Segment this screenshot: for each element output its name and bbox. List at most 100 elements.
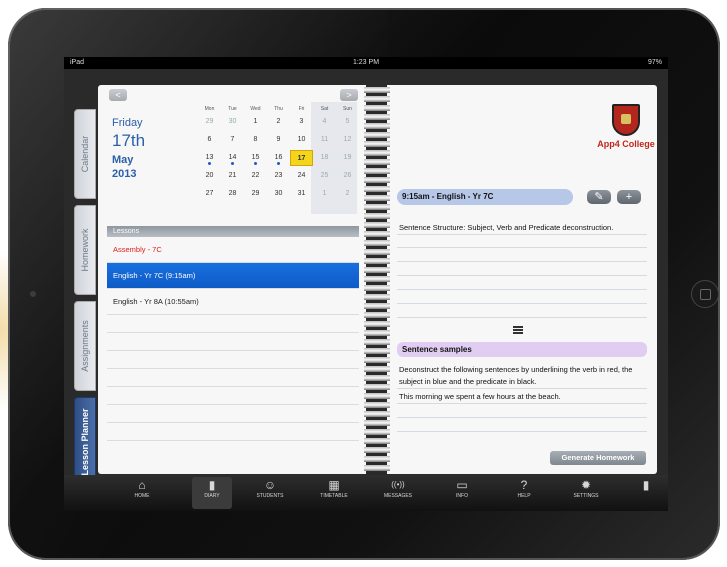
date-year: 2013 [112, 168, 137, 180]
toolbar-messages-button[interactable]: ((•)) MESSAGES [378, 477, 418, 509]
calendar-day[interactable]: 29 [244, 186, 267, 202]
selected-date: Friday 17th May 2013 [112, 117, 145, 180]
calendar-day[interactable]: 29 [198, 114, 221, 130]
students-icon: ☺ [263, 478, 277, 492]
ruled-line [397, 261, 647, 262]
tab-lesson-planner[interactable]: Lesson Planner [74, 397, 96, 487]
calendar-day[interactable]: 15 [244, 150, 267, 166]
calendar-day[interactable]: 31 [290, 186, 313, 202]
calendar-day[interactable]: 21 [221, 168, 244, 184]
empty-row [107, 333, 359, 351]
lesson-item-selected[interactable]: English - Yr 7C (9:15am) [107, 263, 359, 289]
empty-row [107, 387, 359, 405]
calendar-day[interactable]: 13 [198, 150, 221, 166]
toolbar-label: DIARY [204, 493, 220, 499]
home-icon: ⌂ [138, 478, 146, 492]
lessons-header: Lessons [107, 226, 359, 237]
empty-row [107, 351, 359, 369]
calendar-day[interactable]: 17 [290, 150, 313, 166]
calendar-day[interactable]: 30 [221, 114, 244, 130]
toolbar-students-button[interactable]: ☺ STUDENTS [250, 477, 290, 509]
calendar-day[interactable]: 2 [336, 186, 359, 202]
calendar-day[interactable]: 24 [290, 168, 313, 184]
weekday-label: Wed [250, 106, 261, 112]
empty-row [107, 405, 359, 423]
calendar-day[interactable]: 30 [267, 186, 290, 202]
college-logo: App4 College [596, 104, 656, 149]
toolbar-diary-button[interactable]: ▮ DIARY [192, 477, 232, 509]
calendar-day[interactable]: 28 [221, 186, 244, 202]
calendar-day[interactable]: 27 [198, 186, 221, 202]
calendar-day[interactable]: 6 [198, 132, 221, 148]
drag-handle-icon[interactable] [513, 326, 523, 334]
tab-homework[interactable]: Homework [74, 205, 96, 295]
trash-icon: ▮ [642, 478, 650, 492]
weekday-label: Mon [204, 106, 215, 112]
app-screen: iPad 1:23 PM 97% Calendar Homework Assig… [64, 57, 668, 511]
calendar-day[interactable]: 2 [267, 114, 290, 130]
weekday-label: Tue [228, 106, 237, 112]
calendar-day[interactable]: 4 [313, 114, 336, 130]
toolbar-info-button[interactable]: ▭ INFO [442, 477, 482, 509]
section-title: Sentence samples [397, 342, 647, 357]
tab-calendar[interactable]: Calendar [74, 109, 96, 199]
crest-icon [612, 104, 640, 136]
calendar-day[interactable]: 7 [221, 132, 244, 148]
toolbar-settings-button[interactable]: ✹ SETTINGS [566, 477, 606, 509]
plus-icon: + [625, 191, 633, 203]
date-month: May [112, 154, 134, 166]
lesson-item[interactable]: Assembly - 7C [107, 237, 359, 263]
toolbar-home-button[interactable]: ⌂ HOME [122, 477, 162, 509]
edit-button[interactable]: ✎ [587, 190, 611, 204]
date-day: 17th [112, 131, 146, 150]
toolbar-help-button[interactable]: ? HELP [504, 477, 544, 509]
info-icon: ▭ [456, 478, 468, 492]
ruled-line [397, 289, 647, 290]
section-text[interactable]: Deconstruct the following sentences by u… [399, 364, 645, 388]
calendar-day[interactable]: 8 [244, 132, 267, 148]
ruled-line [397, 388, 647, 389]
calendar-day[interactable]: 22 [244, 168, 267, 184]
tab-assignments[interactable]: Assignments [74, 301, 96, 391]
calendar-day[interactable]: 19 [336, 150, 359, 166]
calendar-day[interactable]: 14 [221, 150, 244, 166]
calendar-day[interactable]: 26 [336, 168, 359, 184]
event-dot-icon [231, 162, 234, 165]
home-button[interactable] [691, 280, 719, 308]
toolbar-label: HELP [517, 493, 531, 499]
lesson-item[interactable]: English - Yr 8A (10:55am) [107, 289, 359, 315]
prev-month-button[interactable]: < [109, 89, 127, 101]
calendar-day[interactable]: 3 [290, 114, 313, 130]
calendar-day[interactable]: 12 [336, 132, 359, 148]
timetable-icon: ▦ [328, 478, 340, 492]
lesson-notes[interactable]: Sentence Structure: Subject, Verb and Pr… [399, 222, 645, 234]
calendar-day[interactable]: 11 [313, 132, 336, 148]
calendar-day[interactable]: 1 [244, 114, 267, 130]
tab-lesson-planner-label: Lesson Planner [80, 408, 90, 476]
sample-sentence[interactable]: This morning we spent a few hours at the… [399, 391, 645, 403]
weekday-label: Sun [343, 106, 352, 112]
diary-book: Calendar Homework Assignments Lesson Pla… [64, 69, 668, 487]
calendar-day[interactable]: 16 [267, 150, 290, 166]
toolbar-timetable-button[interactable]: ▦ TIMETABLE [314, 477, 354, 509]
toolbar-trash-button[interactable]: ▮ [626, 477, 666, 509]
weekday-label: Sat [320, 106, 329, 112]
ruled-line [397, 417, 647, 418]
next-month-button[interactable]: > [340, 89, 358, 101]
calendar-day[interactable]: 23 [267, 168, 290, 184]
calendar-day[interactable]: 1 [313, 186, 336, 202]
spiral-binding [364, 87, 390, 473]
toolbar-label: STUDENTS [256, 493, 284, 499]
empty-row [107, 423, 359, 441]
calendar-day[interactable]: 9 [267, 132, 290, 148]
calendar-day[interactable]: 10 [290, 132, 313, 148]
add-button[interactable]: + [617, 190, 641, 204]
calendar-day[interactable]: 25 [313, 168, 336, 184]
calendar-day[interactable]: 18 [313, 150, 336, 166]
generate-homework-button[interactable]: Generate Homework [550, 451, 646, 465]
ruled-line [397, 275, 647, 276]
calendar-day[interactable]: 20 [198, 168, 221, 184]
messages-icon: ((•)) [391, 480, 405, 489]
calendar-day[interactable]: 5 [336, 114, 359, 130]
event-dot-icon [254, 162, 257, 165]
